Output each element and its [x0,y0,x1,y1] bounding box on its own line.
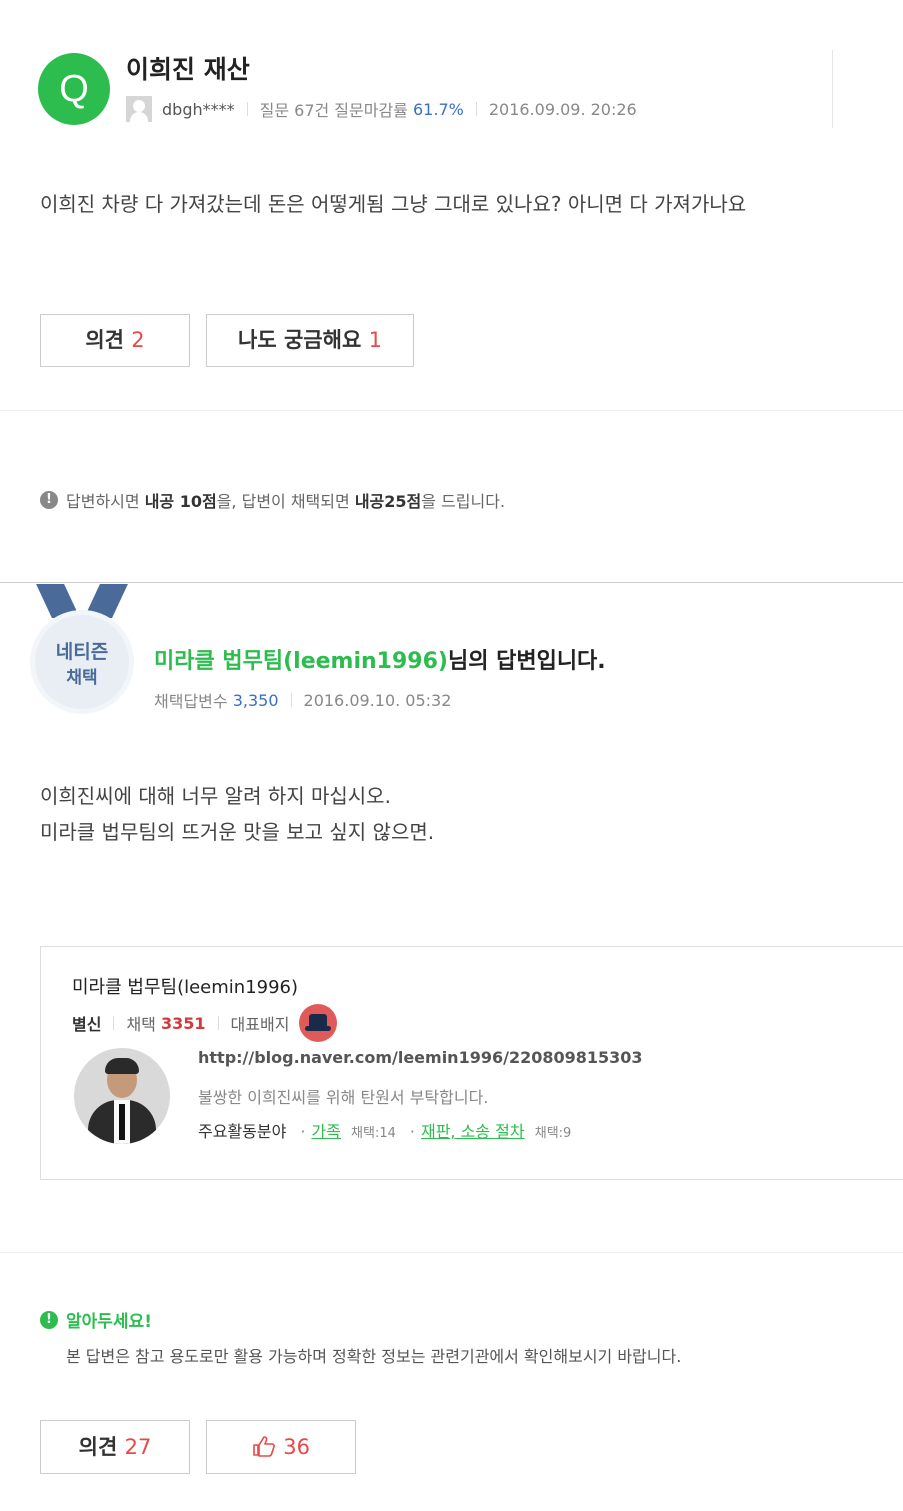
area-label: 주요활동분야 [198,1122,287,1141]
opinion-label: 의견 [78,1435,118,1459]
bullet: · [409,1122,415,1141]
bullet: · [300,1122,306,1141]
profile-name[interactable]: 미라클 법무팀(leemin1996) [72,973,298,999]
profile-level: 별신 [72,1015,102,1034]
profile-adopt-label: 채택 [126,1015,156,1034]
question-stats-label: 질문 67건 질문마감률 [259,101,408,120]
divider [113,1016,115,1030]
question-title: 이희진 재산 [126,55,250,84]
notice-text: 을, 답변이 채택되면 [216,492,350,511]
answer-line: 미라클 법무팀의 뜨거운 맛을 보고 싶지 않으면. [40,820,435,844]
divider [246,102,248,116]
hat-badge-icon[interactable] [299,1004,338,1042]
divider [217,1016,219,1030]
answer-body: 이희진씨에 대해 너무 알려 하지 마십시오. 미라클 법무팀의 뜨거운 맛을 … [40,778,434,850]
opinion-count: 27 [124,1435,152,1459]
divider [475,102,477,116]
curious-label: 나도 궁금해요 [238,328,362,352]
answer-title: 미라클 법무팀(leemin1996)님의 답변입니다. [154,643,606,675]
answer-line: 이희진씨에 대해 너무 알려 하지 마십시오. [40,784,391,808]
answer-meta: 채택답변수 3,350 2016.09.10. 05:32 [154,688,451,712]
area-count: 채택:14 [351,1126,396,1141]
opinion-count: 2 [131,328,145,352]
opinion-button[interactable]: 의견 2 [40,314,190,367]
question-meta: dbgh**** 질문 67건 질문마감률 61.7% 2016.09.09. … [126,96,637,122]
answer-opinion-button[interactable]: 의견 27 [40,1420,190,1474]
notice-points: 내공 10점 [144,492,217,511]
reward-notice: ! 답변하시면 내공 10점 을, 답변이 채택되면 내공25점 을 드립니다. [40,488,505,512]
notice-text: 답변하시면 [66,492,140,511]
notice-points: 내공25점 [354,492,422,511]
disclaimer-title-text: 알아두세요! [66,1312,152,1332]
question-author[interactable]: dbgh**** [162,100,235,119]
profile-intro: 불쌍한 이희진씨를 위해 탄원서 부탁합니다. [198,1088,489,1107]
opinion-label: 의견 [85,328,124,352]
medal-text: 네티즌 [55,641,109,663]
like-button[interactable]: 36 [206,1420,356,1474]
area-link-trial[interactable]: 재판, 소송 절차 [421,1118,525,1142]
netizen-adopted-medal-icon: 네티즌 채택 [30,610,134,714]
profile-adopt-count: 3351 [161,1013,206,1033]
close-rate: 61.7% [413,99,464,119]
user-avatar-icon[interactable] [126,96,152,122]
like-count: 36 [283,1435,311,1459]
info-icon: ! [40,1310,58,1329]
header-divider [832,50,833,128]
medal-text: 채택 [66,668,98,688]
area-count: 채택:9 [534,1126,572,1141]
answer-author[interactable]: 미라클 법무팀(leemin1996) [154,649,448,674]
question-date: 2016.09.09. 20:26 [488,99,637,119]
profile-stats: 별신 채택 3351 대표배지 [72,1004,338,1042]
question-body: 이희진 차량 다 가져갔는데 돈은 어떻게됨 그냥 그대로 있나요? 아니면 다… [40,192,747,216]
question-icon: Q [38,53,110,125]
section-divider [0,582,903,583]
curious-count: 1 [368,328,382,352]
badge-label: 대표배지 [230,1015,290,1034]
section-divider [0,1252,903,1253]
adopted-count: 3,350 [232,690,279,710]
notice-text: 을 드립니다. [421,492,506,511]
thumbs-up-icon [252,1421,276,1473]
answer-title-suffix: 님의 답변입니다. [447,649,606,674]
profile-url-link[interactable]: http://blog.naver.com/leemin1996/2208098… [198,1048,643,1067]
area-link-family[interactable]: 가족 [311,1118,340,1142]
info-icon: ! [40,491,58,509]
disclaimer-title: ! 알아두세요! [40,1307,152,1332]
section-divider [0,410,903,411]
divider [290,693,292,707]
profile-photo[interactable] [74,1048,170,1144]
disclaimer-text: 본 답변은 참고 용도로만 활용 가능하며 정확한 정보는 관련기관에서 확인해… [66,1347,682,1366]
answer-date: 2016.09.10. 05:32 [303,690,452,710]
adopted-label: 채택답변수 [154,692,228,711]
profile-activity-area: 주요활동분야 · 가족 채택:14 · 재판, 소송 절차 채택:9 [198,1118,571,1142]
curious-button[interactable]: 나도 궁금해요 1 [206,314,414,367]
